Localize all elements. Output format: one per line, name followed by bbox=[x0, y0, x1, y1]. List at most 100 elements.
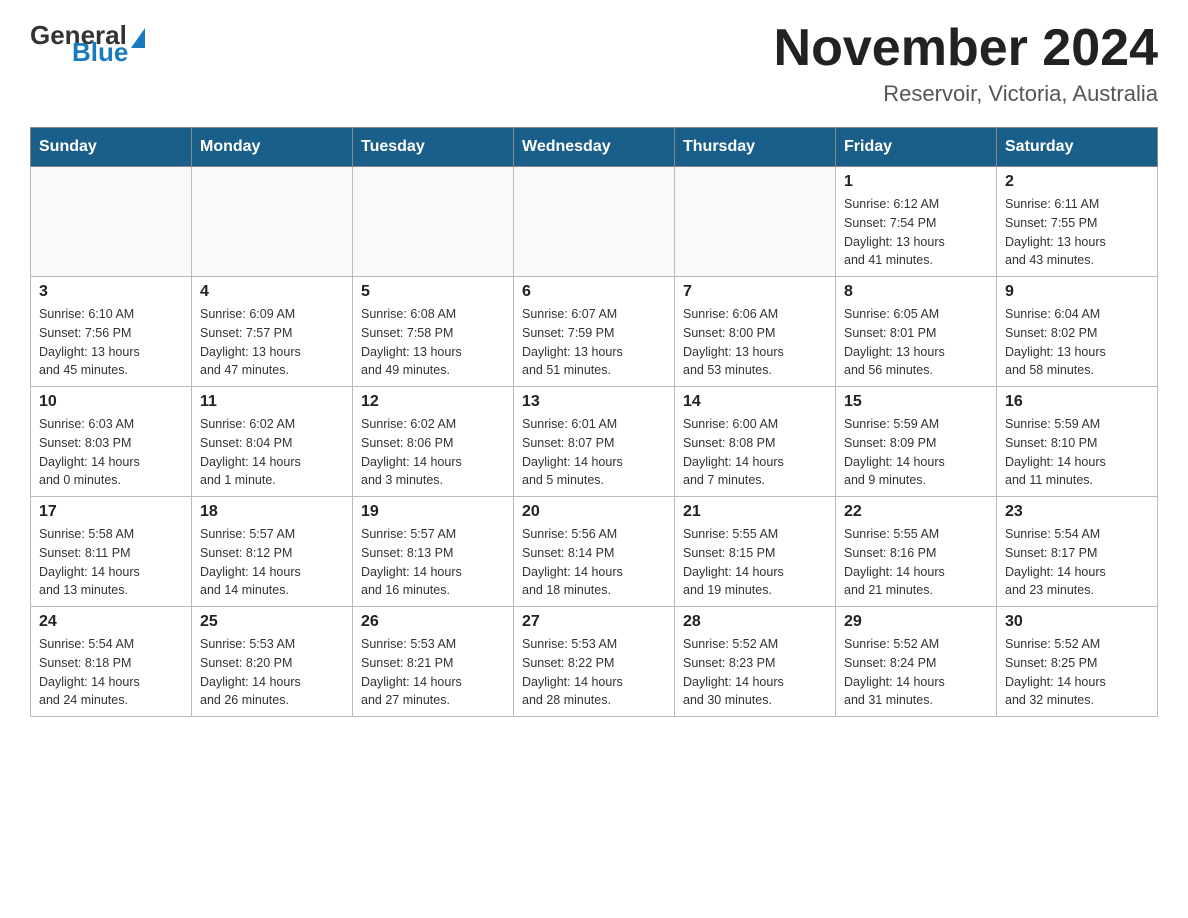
weekday-header-friday: Friday bbox=[836, 128, 997, 167]
day-number: 18 bbox=[200, 503, 344, 521]
day-info: Sunrise: 6:10 AMSunset: 7:56 PMDaylight:… bbox=[39, 305, 183, 380]
calendar-week-2: 10Sunrise: 6:03 AMSunset: 8:03 PMDayligh… bbox=[31, 387, 1158, 497]
day-info: Sunrise: 6:07 AMSunset: 7:59 PMDaylight:… bbox=[522, 305, 666, 380]
day-info: Sunrise: 5:59 AMSunset: 8:10 PMDaylight:… bbox=[1005, 415, 1149, 490]
day-info: Sunrise: 5:55 AMSunset: 8:15 PMDaylight:… bbox=[683, 525, 827, 600]
calendar-cell: 17 Sunrise: 5:58 AMSunset: 8:11 PMDayligh… bbox=[31, 497, 192, 607]
day-info: Sunrise: 6:09 AMSunset: 7:57 PMDaylight:… bbox=[200, 305, 344, 380]
calendar-cell bbox=[192, 167, 353, 277]
day-number: 22 bbox=[844, 503, 988, 521]
day-info: Sunrise: 6:04 AMSunset: 8:02 PMDaylight:… bbox=[1005, 305, 1149, 380]
weekday-header-row: SundayMondayTuesdayWednesdayThursdayFrid… bbox=[31, 128, 1158, 167]
calendar-cell: 2 Sunrise: 6:11 AMSunset: 7:55 PMDaylight… bbox=[997, 167, 1158, 277]
day-info: Sunrise: 5:56 AMSunset: 8:14 PMDaylight:… bbox=[522, 525, 666, 600]
day-number: 4 bbox=[200, 283, 344, 301]
calendar-cell: 3 Sunrise: 6:10 AMSunset: 7:56 PMDaylight… bbox=[31, 277, 192, 387]
calendar-week-0: 1 Sunrise: 6:12 AMSunset: 7:54 PMDaylight… bbox=[31, 167, 1158, 277]
calendar-cell: 9 Sunrise: 6:04 AMSunset: 8:02 PMDaylight… bbox=[997, 277, 1158, 387]
calendar-cell bbox=[353, 167, 514, 277]
day-info: Sunrise: 6:12 AMSunset: 7:54 PMDaylight:… bbox=[844, 195, 988, 270]
calendar-cell: 13 Sunrise: 6:01 AMSunset: 8:07 PMDayligh… bbox=[514, 387, 675, 497]
calendar-cell: 14 Sunrise: 6:00 AMSunset: 8:08 PMDayligh… bbox=[675, 387, 836, 497]
calendar-table: SundayMondayTuesdayWednesdayThursdayFrid… bbox=[30, 127, 1158, 717]
day-info: Sunrise: 6:11 AMSunset: 7:55 PMDaylight:… bbox=[1005, 195, 1149, 270]
day-number: 14 bbox=[683, 393, 827, 411]
day-number: 1 bbox=[844, 173, 988, 191]
calendar-cell: 26 Sunrise: 5:53 AMSunset: 8:21 PMDayligh… bbox=[353, 607, 514, 717]
day-number: 27 bbox=[522, 613, 666, 631]
calendar-cell: 21Sunrise: 5:55 AMSunset: 8:15 PMDayligh… bbox=[675, 497, 836, 607]
logo: General Blue bbox=[30, 20, 145, 68]
month-title: November 2024 bbox=[774, 20, 1158, 77]
day-number: 11 bbox=[200, 393, 344, 411]
day-number: 9 bbox=[1005, 283, 1149, 301]
day-info: Sunrise: 6:02 AMSunset: 8:04 PMDaylight:… bbox=[200, 415, 344, 490]
day-info: Sunrise: 6:01 AMSunset: 8:07 PMDaylight:… bbox=[522, 415, 666, 490]
day-info: Sunrise: 6:05 AMSunset: 8:01 PMDaylight:… bbox=[844, 305, 988, 380]
logo-blue-text: Blue bbox=[72, 37, 128, 68]
day-info: Sunrise: 5:59 AMSunset: 8:09 PMDaylight:… bbox=[844, 415, 988, 490]
day-number: 20 bbox=[522, 503, 666, 521]
day-info: Sunrise: 5:54 AMSunset: 8:18 PMDaylight:… bbox=[39, 635, 183, 710]
calendar-cell: 5Sunrise: 6:08 AMSunset: 7:58 PMDaylight… bbox=[353, 277, 514, 387]
day-info: Sunrise: 5:53 AMSunset: 8:20 PMDaylight:… bbox=[200, 635, 344, 710]
day-info: Sunrise: 6:00 AMSunset: 8:08 PMDaylight:… bbox=[683, 415, 827, 490]
day-number: 13 bbox=[522, 393, 666, 411]
calendar-week-4: 24Sunrise: 5:54 AMSunset: 8:18 PMDayligh… bbox=[31, 607, 1158, 717]
calendar-cell bbox=[675, 167, 836, 277]
calendar-cell: 12Sunrise: 6:02 AMSunset: 8:06 PMDayligh… bbox=[353, 387, 514, 497]
day-info: Sunrise: 5:57 AMSunset: 8:12 PMDaylight:… bbox=[200, 525, 344, 600]
day-number: 2 bbox=[1005, 173, 1149, 191]
day-number: 26 bbox=[361, 613, 505, 631]
day-number: 25 bbox=[200, 613, 344, 631]
title-section: November 2024 Reservoir, Victoria, Austr… bbox=[774, 20, 1158, 107]
day-number: 30 bbox=[1005, 613, 1149, 631]
day-info: Sunrise: 6:02 AMSunset: 8:06 PMDaylight:… bbox=[361, 415, 505, 490]
calendar-cell: 28 Sunrise: 5:52 AMSunset: 8:23 PMDayligh… bbox=[675, 607, 836, 717]
calendar-cell: 4 Sunrise: 6:09 AMSunset: 7:57 PMDaylight… bbox=[192, 277, 353, 387]
calendar-header: SundayMondayTuesdayWednesdayThursdayFrid… bbox=[31, 128, 1158, 167]
day-number: 19 bbox=[361, 503, 505, 521]
day-number: 29 bbox=[844, 613, 988, 631]
calendar-cell: 29Sunrise: 5:52 AMSunset: 8:24 PMDayligh… bbox=[836, 607, 997, 717]
day-info: Sunrise: 5:52 AMSunset: 8:23 PMDaylight:… bbox=[683, 635, 827, 710]
day-info: Sunrise: 6:06 AMSunset: 8:00 PMDaylight:… bbox=[683, 305, 827, 380]
calendar-cell: 16 Sunrise: 5:59 AMSunset: 8:10 PMDayligh… bbox=[997, 387, 1158, 497]
day-number: 5 bbox=[361, 283, 505, 301]
calendar-cell: 18 Sunrise: 5:57 AMSunset: 8:12 PMDayligh… bbox=[192, 497, 353, 607]
weekday-header-sunday: Sunday bbox=[31, 128, 192, 167]
day-number: 15 bbox=[844, 393, 988, 411]
day-info: Sunrise: 5:58 AMSunset: 8:11 PMDaylight:… bbox=[39, 525, 183, 600]
day-info: Sunrise: 5:52 AMSunset: 8:25 PMDaylight:… bbox=[1005, 635, 1149, 710]
calendar-cell: 10Sunrise: 6:03 AMSunset: 8:03 PMDayligh… bbox=[31, 387, 192, 497]
day-info: Sunrise: 6:03 AMSunset: 8:03 PMDaylight:… bbox=[39, 415, 183, 490]
calendar-cell: 11 Sunrise: 6:02 AMSunset: 8:04 PMDayligh… bbox=[192, 387, 353, 497]
calendar-cell: 27 Sunrise: 5:53 AMSunset: 8:22 PMDayligh… bbox=[514, 607, 675, 717]
day-info: Sunrise: 5:54 AMSunset: 8:17 PMDaylight:… bbox=[1005, 525, 1149, 600]
day-info: Sunrise: 5:55 AMSunset: 8:16 PMDaylight:… bbox=[844, 525, 988, 600]
day-number: 7 bbox=[683, 283, 827, 301]
calendar-cell: 1 Sunrise: 6:12 AMSunset: 7:54 PMDaylight… bbox=[836, 167, 997, 277]
calendar-cell: 19 Sunrise: 5:57 AMSunset: 8:13 PMDayligh… bbox=[353, 497, 514, 607]
calendar-cell: 6Sunrise: 6:07 AMSunset: 7:59 PMDaylight… bbox=[514, 277, 675, 387]
calendar-cell: 8Sunrise: 6:05 AMSunset: 8:01 PMDaylight… bbox=[836, 277, 997, 387]
calendar-cell: 23 Sunrise: 5:54 AMSunset: 8:17 PMDayligh… bbox=[997, 497, 1158, 607]
day-info: Sunrise: 5:57 AMSunset: 8:13 PMDaylight:… bbox=[361, 525, 505, 600]
day-info: Sunrise: 5:53 AMSunset: 8:22 PMDaylight:… bbox=[522, 635, 666, 710]
weekday-header-thursday: Thursday bbox=[675, 128, 836, 167]
calendar-cell bbox=[31, 167, 192, 277]
day-number: 23 bbox=[1005, 503, 1149, 521]
calendar-cell: 22 Sunrise: 5:55 AMSunset: 8:16 PMDayligh… bbox=[836, 497, 997, 607]
day-number: 28 bbox=[683, 613, 827, 631]
day-number: 16 bbox=[1005, 393, 1149, 411]
day-number: 17 bbox=[39, 503, 183, 521]
calendar-cell: 7 Sunrise: 6:06 AMSunset: 8:00 PMDaylight… bbox=[675, 277, 836, 387]
weekday-header-tuesday: Tuesday bbox=[353, 128, 514, 167]
calendar-cell: 20 Sunrise: 5:56 AMSunset: 8:14 PMDayligh… bbox=[514, 497, 675, 607]
day-info: Sunrise: 5:53 AMSunset: 8:21 PMDaylight:… bbox=[361, 635, 505, 710]
weekday-header-monday: Monday bbox=[192, 128, 353, 167]
calendar-cell bbox=[514, 167, 675, 277]
weekday-header-saturday: Saturday bbox=[997, 128, 1158, 167]
day-number: 3 bbox=[39, 283, 183, 301]
page-header: General Blue November 2024 Reservoir, Vi… bbox=[30, 20, 1158, 107]
